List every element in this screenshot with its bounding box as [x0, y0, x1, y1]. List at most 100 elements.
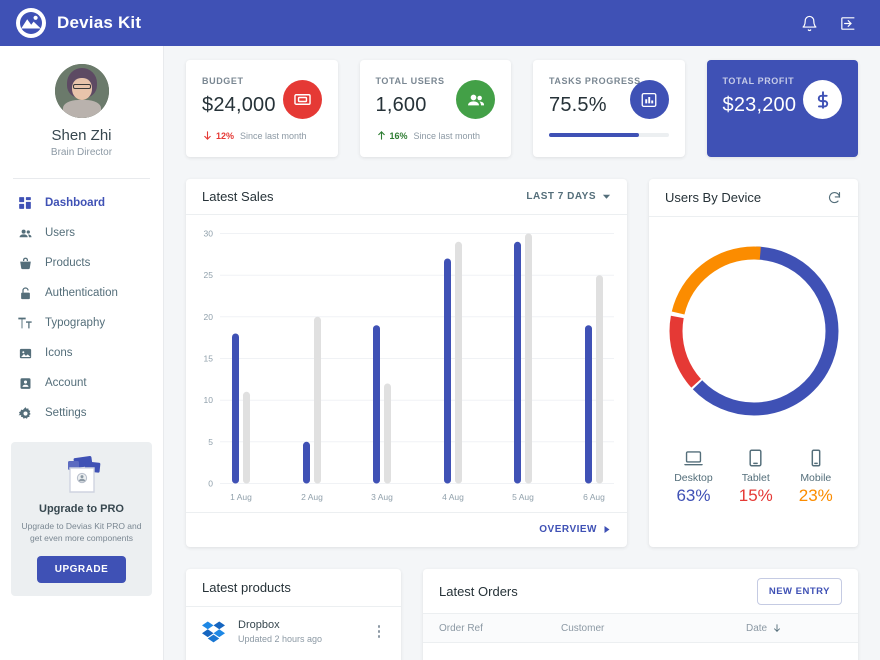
- sidebar-item-label: Users: [45, 227, 76, 239]
- legend-item-desktop: Desktop 63%: [674, 447, 713, 506]
- sidebar-item-icons[interactable]: Icons: [0, 338, 163, 368]
- date-range-label: LAST 7 DAYS: [526, 190, 596, 202]
- users-icon: [16, 224, 34, 242]
- legend-item-tablet: Tablet 15%: [739, 447, 773, 506]
- top-app-bar: Devias Kit: [0, 0, 880, 46]
- sidebar-item-account[interactable]: Account: [0, 368, 163, 398]
- dashboard-icon: [16, 194, 34, 212]
- sidebar-item-label: Authentication: [45, 287, 118, 299]
- list-item[interactable]: Dropbox Updated 2 hours ago: [186, 607, 401, 645]
- svg-text:25: 25: [204, 270, 214, 280]
- overview-link[interactable]: OVERVIEW: [539, 524, 611, 535]
- dashboard-page: Devias Kit Shen Zhi Brain Director Dashb…: [0, 0, 880, 660]
- latest-products-card: Latest products Dropbox Updated 2 hours …: [186, 569, 401, 660]
- sidebar-item-typography[interactable]: Typography: [0, 308, 163, 338]
- sidebar-item-authentication[interactable]: Authentication: [0, 278, 163, 308]
- lock-icon: [16, 284, 34, 302]
- product-updated: Updated 2 hours ago: [238, 634, 323, 644]
- svg-text:20: 20: [204, 311, 214, 321]
- sidebar: Shen Zhi Brain Director Dashboard Users …: [0, 46, 164, 660]
- svg-text:5 Aug: 5 Aug: [512, 492, 534, 502]
- profile-name: Shen Zhi: [51, 127, 112, 144]
- legend-item-mobile: Mobile 23%: [799, 447, 833, 506]
- sidebar-item-dashboard[interactable]: Dashboard: [0, 188, 163, 218]
- latest-sales-card: Latest Sales LAST 7 DAYS 30 25 20 15 10 …: [186, 179, 627, 547]
- stat-delta: 16% Since last month: [376, 130, 496, 141]
- legend-label: Desktop: [674, 472, 713, 484]
- sidebar-item-label: Account: [45, 377, 87, 389]
- mountain-logo-icon[interactable]: [16, 8, 46, 38]
- column-header-date[interactable]: Date: [746, 623, 782, 634]
- brand-title: Devias Kit: [57, 13, 142, 32]
- chevron-down-icon: [602, 194, 611, 199]
- users-by-device-body: Desktop 63% Tablet 15% Mobile 23%: [649, 217, 858, 547]
- sidebar-item-products[interactable]: Products: [0, 248, 163, 278]
- product-text: Dropbox Updated 2 hours ago: [238, 619, 371, 644]
- donut-chart-svg[interactable]: [654, 231, 854, 431]
- users-by-device-header: Users By Device: [649, 179, 858, 217]
- new-entry-button[interactable]: NEW ENTRY: [756, 577, 842, 605]
- tablet-icon: [748, 447, 763, 467]
- overview-label: OVERVIEW: [539, 524, 597, 536]
- sidebar-item-label: Settings: [45, 407, 87, 419]
- avatar[interactable]: [54, 64, 109, 118]
- upgrade-subtitle: Upgrade to Devias Kit PRO and get even m…: [21, 521, 142, 544]
- sidebar-nav: Dashboard Users Products Authentication …: [0, 179, 163, 428]
- progress-track: [549, 133, 669, 137]
- column-header-order-ref: Order Ref: [439, 622, 483, 634]
- stat-delta: 12% Since last month: [202, 130, 322, 141]
- money-icon: [282, 80, 322, 119]
- dropbox-icon: [200, 618, 227, 645]
- stat-delta-pct: 12%: [216, 130, 235, 141]
- svg-text:2 Aug: 2 Aug: [301, 492, 323, 502]
- arrow-up-icon: [377, 131, 385, 140]
- sidebar-item-settings[interactable]: Settings: [0, 398, 163, 428]
- bottom-row: Latest products Dropbox Updated 2 hours …: [186, 569, 858, 660]
- orders-table-header: Order Ref Customer Date: [423, 613, 858, 643]
- refresh-icon[interactable]: [827, 190, 842, 205]
- svg-text:30: 30: [204, 228, 214, 238]
- stat-card-row: BUDGET $24,000 12% Since last month TOTA…: [186, 60, 858, 157]
- upgrade-button[interactable]: UPGRADE: [36, 555, 127, 583]
- latest-orders-card: Latest Orders NEW ENTRY Order Ref Custom…: [423, 569, 858, 660]
- text-format-icon: [16, 314, 34, 332]
- latest-sales-chart[interactable]: 30 25 20 15 10 5 0 1 Aug 2 Aug 3 Aug 4 A…: [186, 215, 627, 512]
- bell-icon[interactable]: [792, 6, 826, 40]
- bar-chart-icon: [629, 80, 669, 119]
- progress-fill: [549, 133, 640, 137]
- date-range-selector[interactable]: LAST 7 DAYS: [526, 191, 611, 202]
- card-title: Users By Device: [665, 190, 762, 205]
- device-legend: Desktop 63% Tablet 15% Mobile 23%: [674, 447, 833, 506]
- arrow-down-icon: [204, 131, 211, 140]
- stat-card-total-profit: TOTAL PROFIT $23,200: [706, 60, 858, 157]
- stat-delta-note: Since last month: [240, 130, 307, 141]
- image-icon: [16, 344, 34, 362]
- product-name: Dropbox: [238, 619, 280, 631]
- legend-label: Tablet: [741, 472, 770, 484]
- svg-text:0: 0: [208, 478, 213, 488]
- latest-products-header: Latest products: [186, 569, 401, 607]
- gear-icon: [16, 404, 34, 422]
- more-vertical-icon[interactable]: [371, 625, 387, 638]
- svg-text:1 Aug: 1 Aug: [230, 492, 252, 502]
- stat-card-total-users: TOTAL USERS 1,600 16% Since last month: [359, 60, 511, 157]
- upgrade-title: Upgrade to PRO: [39, 503, 124, 515]
- svg-text:10: 10: [204, 395, 214, 405]
- sidebar-item-users[interactable]: Users: [0, 218, 163, 248]
- sidebar-item-label: Icons: [45, 347, 73, 359]
- sort-desc-icon: [774, 624, 781, 632]
- stat-card-budget: BUDGET $24,000 12% Since last month: [186, 60, 338, 157]
- stat-card-tasks-progress: TASKS PROGRESS 75.5%: [533, 60, 685, 157]
- sidebar-profile[interactable]: Shen Zhi Brain Director: [0, 60, 163, 170]
- mid-row: Latest Sales LAST 7 DAYS 30 25 20 15 10 …: [186, 179, 858, 547]
- svg-text:4 Aug: 4 Aug: [442, 492, 464, 502]
- column-header-customer: Customer: [561, 622, 605, 634]
- latest-sales-footer: OVERVIEW: [186, 511, 627, 548]
- account-box-icon: [16, 374, 34, 392]
- legend-value: 23%: [798, 486, 833, 505]
- stat-delta-pct: 16%: [389, 130, 408, 141]
- logout-icon[interactable]: [830, 6, 864, 40]
- svg-text:6 Aug: 6 Aug: [583, 492, 605, 502]
- card-title: Latest Orders: [439, 583, 518, 599]
- shopping-basket-icon: [16, 254, 34, 272]
